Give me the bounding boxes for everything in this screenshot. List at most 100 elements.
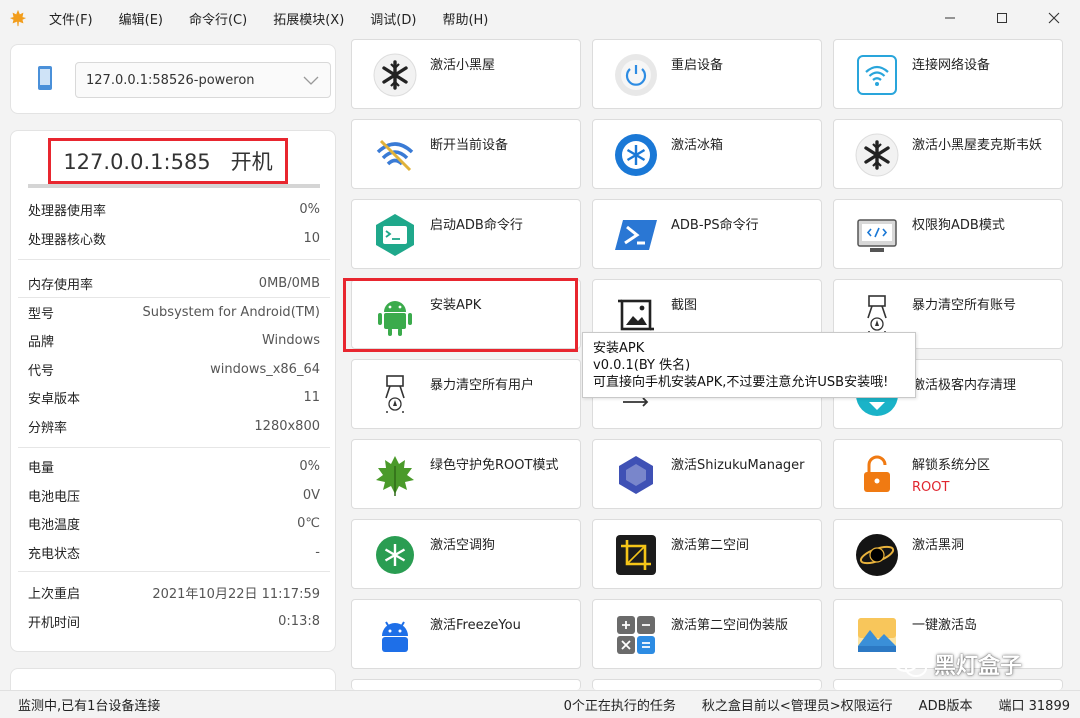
function-card[interactable]: 权限狗ADB模式 (833, 199, 1063, 269)
function-card-label: 权限狗ADB模式 (912, 218, 1005, 233)
function-card[interactable]: 绿色守护免ROOT模式 (351, 439, 581, 509)
menu-edit[interactable]: 编辑(E) (106, 9, 176, 28)
menu-bar: 文件(F) 编辑(E) 命令行(C) 拓展模块(X) 调试(D) 帮助(H) (36, 0, 501, 36)
menu-file[interactable]: 文件(F) (36, 9, 106, 28)
function-card[interactable]: 激活空调狗 (351, 519, 581, 589)
info-row: 型号 Subsystem for Android(TM) (28, 304, 320, 322)
function-card[interactable]: 重启设备 (592, 39, 822, 109)
function-card-label: 启动ADB命令行 (430, 218, 523, 233)
function-card-label: 激活小黑屋麦克斯韦妖 (912, 138, 1043, 153)
function-card-label: 解锁系统分区 (912, 458, 991, 473)
function-card-label: 连接网络设备 (912, 58, 991, 73)
device-status-highlight: 127.0.0.1:585 开机 (48, 138, 288, 184)
function-card-label: 暴力清空所有账号 (912, 298, 1017, 313)
info-row: 电池温度 0℃ (28, 515, 320, 533)
menu-extensions[interactable]: 拓展模块(X) (260, 9, 357, 28)
power-icon (613, 52, 659, 98)
tooltip-description: 可直接向手机安装APK,不过要注意允许USB安装哦! (593, 375, 889, 390)
function-card[interactable]: 激活FreezeYou (351, 599, 581, 669)
divider (18, 447, 330, 448)
divider (18, 571, 330, 572)
wifi-icon (854, 52, 900, 98)
install-apk-highlight (343, 278, 578, 352)
function-card[interactable]: 断开当前设备 (351, 119, 581, 189)
info-row: 代号 windows_x86_64 (28, 361, 320, 379)
function-card[interactable]: 启动ADB命令行 (351, 199, 581, 269)
function-card-sublabel: ROOT (912, 480, 950, 495)
divider (18, 259, 330, 260)
function-card-label: 激活第二空间 (671, 538, 750, 553)
monitor-code-icon (854, 212, 900, 258)
fridge-snowflake-icon (613, 132, 659, 178)
terminal-icon (372, 212, 418, 258)
function-card-label: 暴力清空所有用户 (430, 378, 535, 393)
function-card-label: 重启设备 (671, 58, 724, 73)
blackhole-icon (854, 532, 900, 578)
function-card[interactable]: 激活黑洞 (833, 519, 1063, 589)
info-row: 充电状态 - (28, 544, 320, 562)
function-card[interactable]: 激活第二空间伪装版 (592, 599, 822, 669)
function-card-label: 激活小黑屋 (430, 58, 496, 73)
tooltip-title: 安装APK (593, 341, 645, 356)
function-card[interactable] (592, 679, 822, 690)
function-card[interactable]: 激活ShizukuManager (592, 439, 822, 509)
status-adb-version: ADB版本 (918, 699, 973, 714)
function-card[interactable]: 连接网络设备 (833, 39, 1063, 109)
function-card-label: 截图 (671, 298, 698, 313)
device-select-value: 127.0.0.1:58526-poweron (86, 72, 255, 88)
function-card[interactable] (833, 679, 1063, 690)
info-row: 处理器核心数 10 (28, 230, 320, 248)
status-progress-bar (28, 184, 320, 188)
function-card[interactable] (351, 679, 581, 690)
blue-android-icon (372, 612, 418, 658)
function-card[interactable]: 激活小黑屋 (351, 39, 581, 109)
device-select[interactable]: 127.0.0.1:58526-poweron (75, 62, 331, 98)
function-card-label: 激活极客内存清理 (912, 378, 1017, 393)
function-card-label: 激活ShizukuManager (671, 458, 805, 473)
info-row: 品牌 Windows (28, 332, 320, 350)
install-apk-tooltip: 安装APK v0.0.1(BY 佚名) 可直接向手机安装APK,不过要注意允许U… (582, 332, 916, 398)
chevron-down-icon (303, 76, 319, 85)
info-row: 电量 0% (28, 458, 320, 476)
watermark-text: 黑灯盒子 (934, 654, 1023, 679)
function-card-label: 一键激活岛 (912, 618, 978, 633)
calculator-icon (613, 612, 659, 658)
function-card-label: 激活冰箱 (671, 138, 724, 153)
function-card[interactable]: ADB-PS命令行 (592, 199, 822, 269)
function-card[interactable]: 暴力清空所有用户 (351, 359, 581, 429)
close-icon (1048, 12, 1060, 24)
function-card-label: 激活FreezeYou (430, 618, 521, 633)
menu-command[interactable]: 命令行(C) (176, 9, 260, 28)
clear-clip-icon (372, 372, 418, 418)
info-row: 内存使用率 0MB/0MB (28, 275, 320, 293)
info-row: 安卓版本 11 (28, 389, 320, 407)
snowflake-dark-icon (854, 132, 900, 178)
powershell-icon (613, 212, 659, 258)
function-card[interactable]: 激活小黑屋麦克斯韦妖 (833, 119, 1063, 189)
green-snowflake-icon (372, 532, 418, 578)
phone-icon (37, 65, 53, 95)
status-connection: 监测中,已有1台设备连接 (18, 699, 161, 714)
title-bar: 文件(F) 编辑(E) 命令行(C) 拓展模块(X) 调试(D) 帮助(H) (0, 0, 1080, 36)
function-card[interactable]: 解锁系统分区 ROOT (833, 439, 1063, 509)
tooltip-version: v0.0.1(BY 佚名) (593, 358, 691, 373)
function-card[interactable]: 激活第二空间 (592, 519, 822, 589)
minimize-button[interactable] (924, 0, 976, 36)
menu-help[interactable]: 帮助(H) (429, 9, 501, 28)
status-tasks: 0个正在执行的任务 (563, 699, 676, 714)
status-port: 端口 31899 (998, 699, 1071, 714)
maximize-icon (997, 13, 1007, 23)
info-row: 处理器使用率 0% (28, 201, 320, 219)
close-button[interactable] (1028, 0, 1080, 36)
menu-debug[interactable]: 调试(D) (357, 9, 429, 28)
function-card-label: 激活黑洞 (912, 538, 965, 553)
maximize-button[interactable] (976, 0, 1028, 36)
green-leaf-icon (372, 452, 418, 498)
function-card[interactable]: 激活冰箱 (592, 119, 822, 189)
shizuku-icon (613, 452, 659, 498)
status-privilege: 秋之盒目前以<管理员>权限运行 (701, 699, 893, 714)
snowflake-dark-icon (372, 52, 418, 98)
info-row: 开机时间 0:13:8 (28, 613, 320, 631)
watermark: 黑灯盒子 (892, 648, 1022, 680)
wifi-off-icon (372, 132, 418, 178)
